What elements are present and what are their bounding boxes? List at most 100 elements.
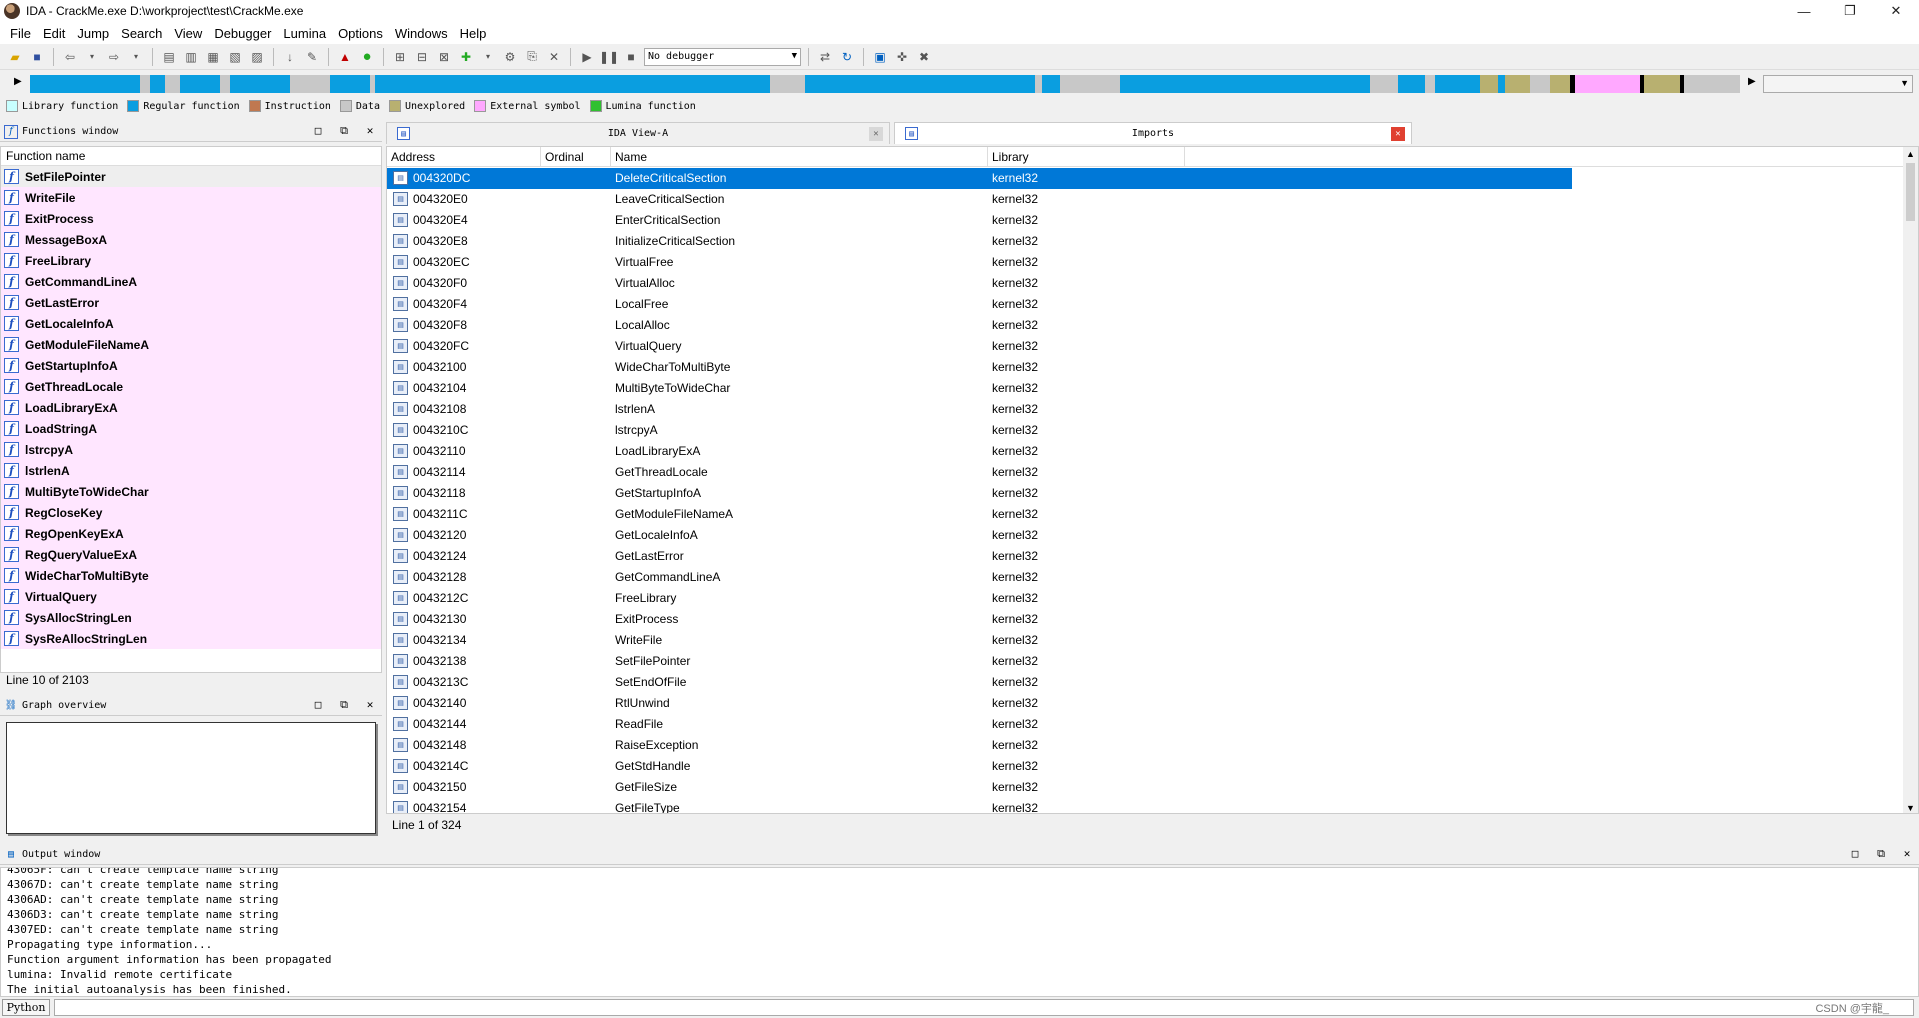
nav-color-strip[interactable] bbox=[30, 75, 1740, 93]
nav-scroll-right-icon[interactable]: ▶ bbox=[1748, 76, 1756, 87]
python-button[interactable]: Python bbox=[2, 999, 50, 1016]
tab-ida-view-a[interactable]: ▤ IDA View-A ✕ bbox=[386, 122, 890, 144]
add-breakpoint-icon[interactable]: ✜ bbox=[893, 48, 911, 66]
column-name[interactable]: Name bbox=[611, 147, 988, 167]
column-library[interactable]: Library bbox=[988, 147, 1185, 167]
restore-icon[interactable]: □ bbox=[310, 124, 326, 138]
jump-down-icon[interactable]: ↓ bbox=[281, 48, 299, 66]
function-list-item[interactable]: f LoadStringA bbox=[1, 418, 381, 439]
column-address[interactable]: Address bbox=[387, 147, 541, 167]
function-list-item[interactable]: f SysAllocStringLen bbox=[1, 607, 381, 628]
menu-view[interactable]: View bbox=[168, 26, 208, 41]
apply-icon[interactable]: ⎘ bbox=[523, 48, 541, 66]
rename-icon[interactable]: ✎ bbox=[303, 48, 321, 66]
function-list-item[interactable]: f GetCommandLineA bbox=[1, 271, 381, 292]
table-row[interactable]: ▤ 00432124 GetLastError kernel32 bbox=[387, 546, 1572, 567]
table-row[interactable]: ▤ 00432118 GetStartupInfoA kernel32 bbox=[387, 483, 1572, 504]
forward-icon[interactable]: ⇨ bbox=[105, 48, 123, 66]
menu-windows[interactable]: Windows bbox=[389, 26, 454, 41]
attach-icon[interactable]: ⇄ bbox=[816, 48, 834, 66]
minimize-button[interactable]: — bbox=[1781, 0, 1827, 22]
table-row[interactable]: ▤ 00432154 GetFileType kernel32 bbox=[387, 798, 1572, 813]
menu-help[interactable]: Help bbox=[454, 26, 493, 41]
close-icon[interactable]: ✕ bbox=[362, 124, 378, 138]
command-input[interactable] bbox=[54, 999, 1914, 1016]
table-row[interactable]: ▤ 004320F0 VirtualAlloc kernel32 bbox=[387, 273, 1572, 294]
nav-combo[interactable]: ▼ bbox=[1763, 75, 1913, 93]
add-plugin-icon[interactable]: ✚ bbox=[457, 48, 475, 66]
function-list-item[interactable]: f GetLastError bbox=[1, 292, 381, 313]
menu-search[interactable]: Search bbox=[115, 26, 168, 41]
table-row[interactable]: ▤ 00432150 GetFileSize kernel32 bbox=[387, 777, 1572, 798]
back-icon[interactable]: ⇦ bbox=[61, 48, 79, 66]
patch-icon[interactable]: ⚙ bbox=[501, 48, 519, 66]
output-log[interactable]: 43065F: can't create template name strin… bbox=[0, 867, 1919, 997]
table-row[interactable]: ▤ 0043213C SetEndOfFile kernel32 bbox=[387, 672, 1572, 693]
function-list-item[interactable]: f RegOpenKeyExA bbox=[1, 523, 381, 544]
table-row[interactable]: ▤ 004320FC VirtualQuery kernel32 bbox=[387, 336, 1572, 357]
table-row[interactable]: ▤ 004320E8 InitializeCriticalSection kernel… bbox=[387, 231, 1572, 252]
functions-list[interactable]: Function name f SetFilePointer f WriteFile f… bbox=[0, 146, 382, 673]
function-list-item[interactable]: f GetStartupInfoA bbox=[1, 355, 381, 376]
table-row[interactable]: ▤ 00432110 LoadLibraryExA kernel32 bbox=[387, 441, 1572, 462]
pause-icon[interactable]: ❚❚ bbox=[599, 48, 619, 66]
remove-breakpoint-icon[interactable]: ✖ bbox=[915, 48, 933, 66]
function-list-item[interactable]: f WriteFile bbox=[1, 187, 381, 208]
table-row[interactable]: ▤ 00432144 ReadFile kernel32 bbox=[387, 714, 1572, 735]
scroll-up-icon[interactable]: ▲ bbox=[1906, 149, 1915, 159]
flowchart-icon[interactable]: ⊠ bbox=[435, 48, 453, 66]
close-button[interactable]: ✕ bbox=[1873, 0, 1919, 22]
function-list-item[interactable]: f GetThreadLocale bbox=[1, 376, 381, 397]
text-search-icon[interactable]: ▲ bbox=[336, 48, 354, 66]
close-icon[interactable]: ✕ bbox=[1899, 847, 1915, 861]
table-row[interactable]: ▤ 004320F4 LocalFree kernel32 bbox=[387, 294, 1572, 315]
close-icon[interactable]: ✕ bbox=[362, 698, 378, 712]
function-list-item[interactable]: f RegCloseKey bbox=[1, 502, 381, 523]
column-ordinal[interactable]: Ordinal bbox=[541, 147, 611, 167]
table-row[interactable]: ▤ 004320E4 EnterCriticalSection kernel32 bbox=[387, 210, 1572, 231]
table-row[interactable]: ▤ 00432114 GetThreadLocale kernel32 bbox=[387, 462, 1572, 483]
imports-scrollbar[interactable]: ▲ ▼ bbox=[1903, 147, 1918, 813]
debugger-select[interactable]: No debugger ▼ bbox=[644, 47, 801, 66]
table-row[interactable]: ▤ 00432138 SetFilePointer kernel32 bbox=[387, 651, 1572, 672]
table-row[interactable]: ▤ 0043214C GetStdHandle kernel32 bbox=[387, 756, 1572, 777]
make-data-icon[interactable]: ▥ bbox=[182, 48, 200, 66]
table-row[interactable]: ▤ 00432130 ExitProcess kernel32 bbox=[387, 609, 1572, 630]
open-icon[interactable]: ▰ bbox=[6, 48, 24, 66]
table-row[interactable]: ▤ 00432134 WriteFile kernel32 bbox=[387, 630, 1572, 651]
make-array-icon[interactable]: ▧ bbox=[226, 48, 244, 66]
menu-file[interactable]: File bbox=[4, 26, 37, 41]
table-row[interactable]: ▤ 00432104 MultiByteToWideChar kernel32 bbox=[387, 378, 1572, 399]
menu-jump[interactable]: Jump bbox=[71, 26, 115, 41]
table-row[interactable]: ▤ 00432100 WideCharToMultiByte kernel32 bbox=[387, 357, 1572, 378]
function-list-item[interactable]: f ExitProcess bbox=[1, 208, 381, 229]
close-icon[interactable]: ✕ bbox=[869, 127, 883, 141]
float-icon[interactable]: ⧉ bbox=[1873, 847, 1889, 861]
table-row[interactable]: ▤ 00432120 GetLocaleInfoA kernel32 bbox=[387, 525, 1572, 546]
run-icon[interactable]: ▶ bbox=[578, 48, 596, 66]
table-row[interactable]: ▤ 00432148 RaiseException kernel32 bbox=[387, 735, 1572, 756]
restore-icon[interactable]: □ bbox=[1847, 847, 1863, 861]
table-row[interactable]: ▤ 00432140 RtlUnwind kernel32 bbox=[387, 693, 1572, 714]
table-row[interactable]: ▤ 00432108 lstrlenA kernel32 bbox=[387, 399, 1572, 420]
imports-table[interactable]: Address Ordinal Name Library ▤ 004320DC De… bbox=[386, 146, 1919, 814]
float-icon[interactable]: ⧉ bbox=[336, 124, 352, 138]
float-icon[interactable]: ⧉ bbox=[336, 698, 352, 712]
function-list-item[interactable]: f MultiByteToWideChar bbox=[1, 481, 381, 502]
proximity-icon[interactable]: ⊟ bbox=[413, 48, 431, 66]
save-icon[interactable]: ■ bbox=[28, 48, 46, 66]
function-list-item[interactable]: f RegQueryValueExA bbox=[1, 544, 381, 565]
maximize-button[interactable]: ❐ bbox=[1827, 0, 1873, 22]
delete-icon[interactable]: ✕ bbox=[545, 48, 563, 66]
table-row[interactable]: ▤ 004320E0 LeaveCriticalSection kernel32 bbox=[387, 189, 1572, 210]
plugin-dropdown-icon[interactable]: ▾ bbox=[479, 48, 497, 66]
stop-icon[interactable]: ■ bbox=[622, 48, 640, 66]
make-string-icon[interactable]: ▦ bbox=[204, 48, 222, 66]
function-list-item[interactable]: f lstrcpyA bbox=[1, 439, 381, 460]
menu-lumina[interactable]: Lumina bbox=[277, 26, 332, 41]
table-row[interactable]: ▤ 0043210C lstrcpyA kernel32 bbox=[387, 420, 1572, 441]
menu-edit[interactable]: Edit bbox=[37, 26, 71, 41]
table-row[interactable]: ▤ 004320EC VirtualFree kernel32 bbox=[387, 252, 1572, 273]
function-list-item[interactable]: f SetFilePointer bbox=[1, 166, 381, 187]
back-dropdown-icon[interactable]: ▾ bbox=[83, 48, 101, 66]
